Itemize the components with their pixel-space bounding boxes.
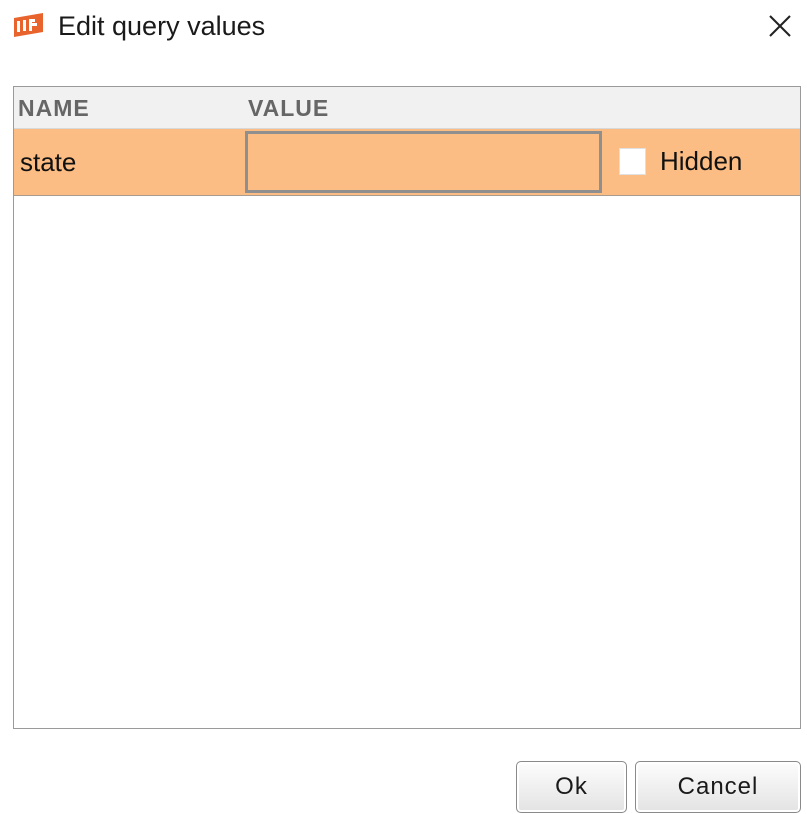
close-button[interactable] bbox=[760, 6, 800, 46]
cancel-button[interactable]: Cancel bbox=[635, 761, 801, 813]
row-value-field[interactable] bbox=[245, 131, 602, 193]
hidden-checkbox-toggle[interactable]: Hidden bbox=[619, 143, 742, 179]
hidden-checkbox[interactable] bbox=[619, 147, 646, 175]
app-logo-icon bbox=[12, 12, 45, 38]
column-header-name[interactable]: NAME bbox=[18, 95, 90, 121]
hidden-checkbox-label: Hidden bbox=[660, 146, 743, 176]
title-bar: Edit query values bbox=[0, 0, 807, 54]
edit-query-values-dialog: Edit query values NAME VALUE state Hidde… bbox=[0, 0, 807, 814]
row-name-cell: state bbox=[20, 147, 77, 177]
close-icon bbox=[769, 15, 791, 37]
ok-button[interactable]: Ok bbox=[516, 761, 627, 813]
column-header-value[interactable]: VALUE bbox=[248, 95, 329, 121]
query-values-table: NAME VALUE state Hidden bbox=[13, 86, 801, 729]
table-row[interactable]: state Hidden bbox=[14, 129, 800, 196]
table-header: NAME VALUE bbox=[14, 87, 800, 129]
dialog-title: Edit query values bbox=[58, 11, 266, 41]
